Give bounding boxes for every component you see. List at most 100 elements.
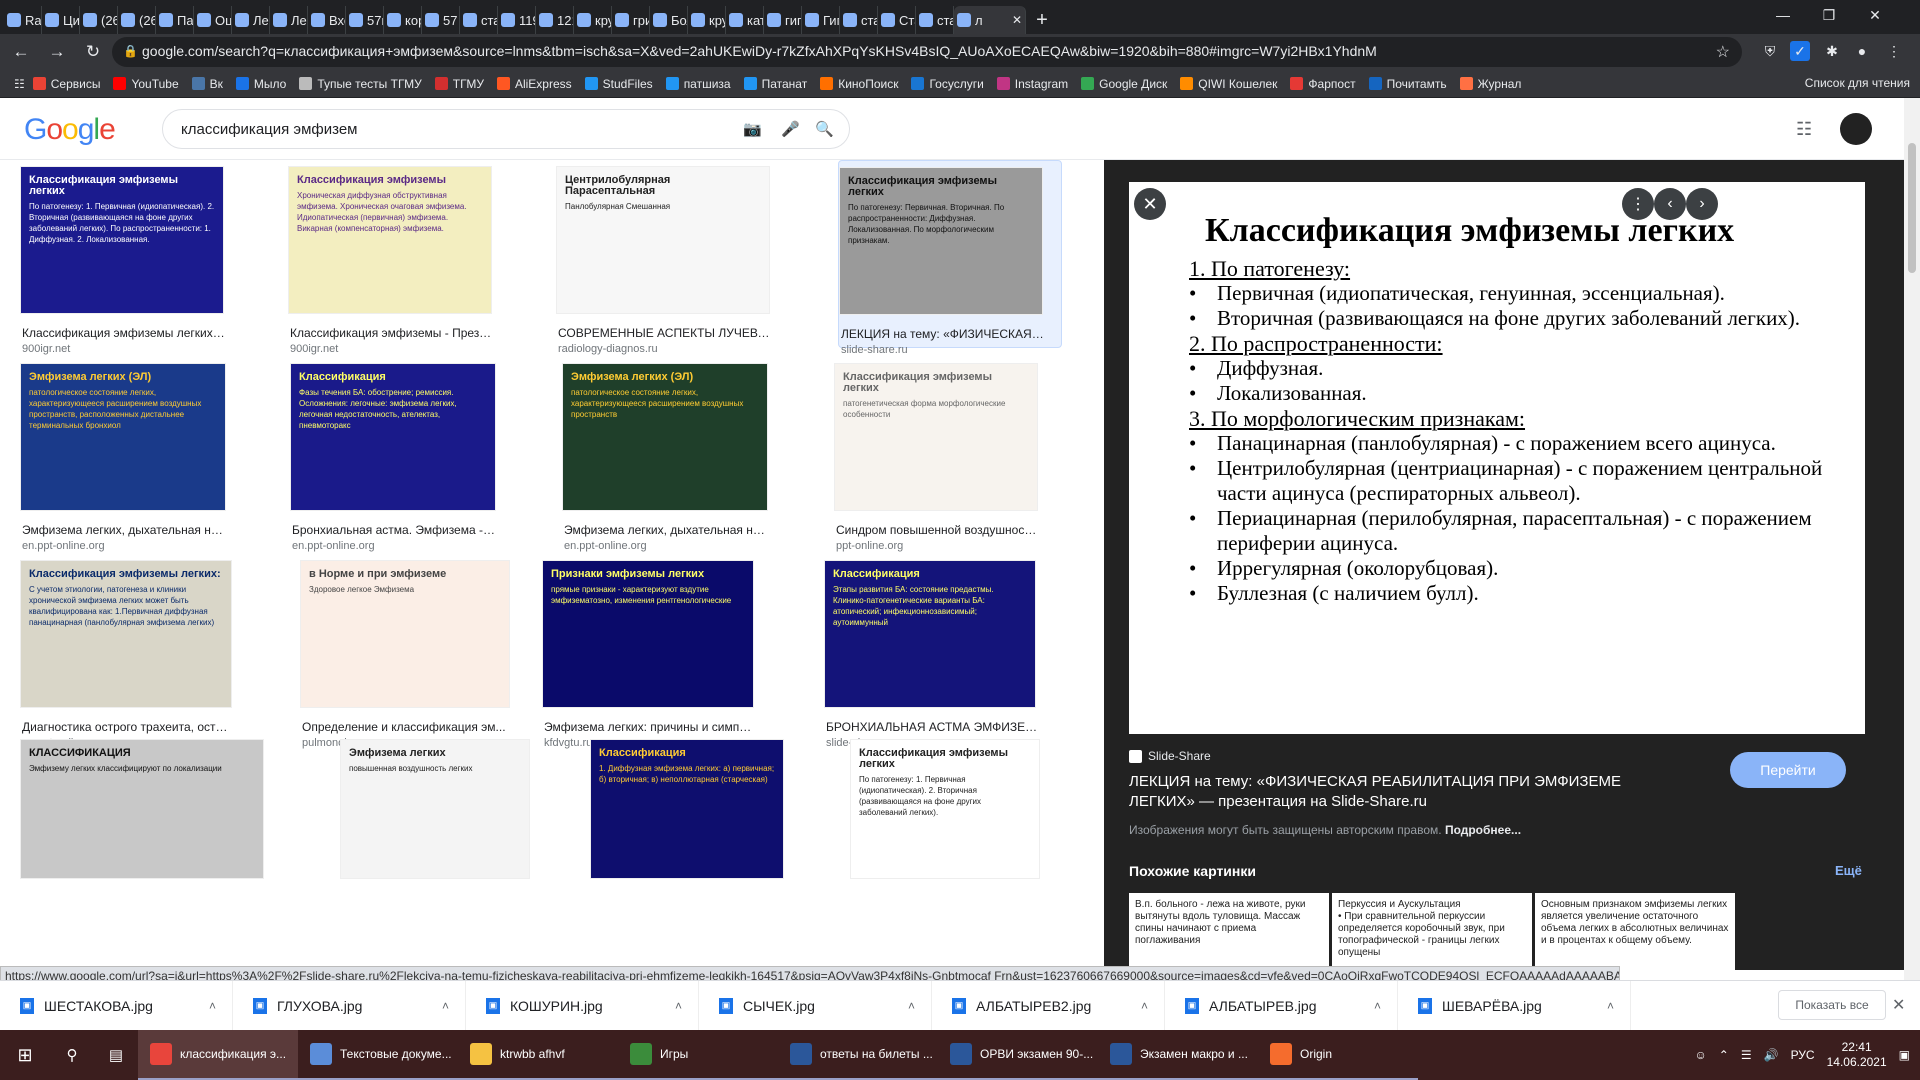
reload-icon[interactable]: ↻ — [78, 37, 108, 67]
image-result[interactable]: Классификация эмфиземы легких По патогене… — [850, 733, 1060, 913]
browser-tab[interactable]: ката — [726, 6, 764, 34]
browser-tab[interactable]: Вход — [308, 6, 346, 34]
bookmark-item[interactable]: Вк — [191, 77, 223, 91]
result-thumbnail[interactable]: Классификация эмфиземы легких: С учетом э… — [20, 560, 232, 708]
source-label[interactable]: Slide-Share — [1129, 749, 1211, 763]
apps-grid-icon[interactable]: ☷ — [14, 77, 25, 91]
browser-tab[interactable]: корт — [384, 6, 422, 34]
scrollbar-thumb[interactable] — [1908, 143, 1916, 273]
bookmark-item[interactable]: Госуслуги — [911, 77, 984, 91]
similar-image[interactable]: В.п. больного - лежа на животе, руки выт… — [1129, 893, 1329, 973]
browser-tab[interactable]: гипс — [764, 6, 802, 34]
image-result[interactable]: Признаки эмфиземы легких прямые признаки … — [542, 554, 774, 749]
browser-tab[interactable]: 57кс — [346, 6, 384, 34]
restore-icon[interactable]: ❐ — [1806, 0, 1852, 30]
chevron-up-icon[interactable]: ˄ — [675, 999, 682, 1013]
browser-tab[interactable]: стаф — [916, 6, 954, 34]
bookmark-item[interactable]: Instagram — [996, 77, 1068, 91]
browser-tab[interactable]: (26) — [118, 6, 156, 34]
browser-tab[interactable]: л ✕ — [954, 6, 1026, 34]
result-thumbnail[interactable]: Классификация эмфиземы легких По патогене… — [839, 167, 1043, 315]
result-caption[interactable]: Эмфизема легких, дыхательная недост... — [564, 523, 770, 537]
browser-tab[interactable]: Циф — [42, 6, 80, 34]
downloads-close-icon[interactable]: ✕ — [1892, 995, 1905, 1015]
shield-extension-icon[interactable]: ⛨ — [1760, 41, 1780, 61]
browser-tab[interactable]: грип — [612, 6, 650, 34]
forward-icon[interactable]: → — [42, 37, 72, 67]
bookmark-item[interactable]: Мыло — [235, 77, 286, 91]
network-icon[interactable]: ☰ — [1741, 1048, 1752, 1062]
image-result[interactable]: Классификация эмфиземы легких По патогене… — [20, 160, 244, 355]
download-item[interactable]: ▣ АЛБАТЫРЕВ2.jpg ˄ — [932, 980, 1165, 1031]
result-thumbnail[interactable]: Эмфизема легких (ЭЛ) патологическое состо… — [20, 363, 226, 511]
chevron-up-icon[interactable]: ˄ — [1374, 999, 1381, 1013]
page-scrollbar[interactable] — [1904, 98, 1920, 980]
chevron-up-icon[interactable]: ˄ — [908, 999, 915, 1013]
copyright-more-link[interactable]: Подробнее... — [1445, 823, 1521, 837]
browser-tab[interactable]: Лечі — [270, 6, 308, 34]
minimize-icon[interactable]: — — [1760, 0, 1806, 30]
bookmark-item[interactable]: Google Диск — [1081, 77, 1167, 91]
image-result[interactable]: в Норме и при эмфиземе Здоровое легкое Эм… — [300, 554, 530, 749]
browser-tab[interactable]: Лечі — [232, 6, 270, 34]
clock[interactable]: 22:41 14.06.2021 — [1827, 1040, 1887, 1070]
browser-tab[interactable]: Бол — [650, 6, 688, 34]
result-thumbnail[interactable]: Классификация эмфиземы легких По патогене… — [850, 739, 1040, 879]
search-input[interactable]: классификация эмфизем 📷 🎤 🔍 — [162, 109, 850, 149]
download-item[interactable]: ▣ ГЛУХОВА.jpg ˄ — [233, 980, 466, 1031]
bookmark-item[interactable]: патшиза — [665, 77, 731, 91]
taskbar-app[interactable]: Текстовые докуме... — [298, 1030, 458, 1080]
menu-dots-icon[interactable]: ⋮ — [1884, 41, 1904, 61]
checkmark-extension-icon[interactable]: ✓ — [1790, 41, 1810, 61]
close-icon[interactable]: ✕ — [1134, 188, 1166, 220]
result-thumbnail[interactable]: Классификация эмфиземы легких патогенетич… — [834, 363, 1038, 511]
browser-tab[interactable]: Оце — [194, 6, 232, 34]
bookmark-item[interactable]: Журнал — [1459, 77, 1521, 91]
tray-chevron-icon[interactable]: ⌃ — [1719, 1048, 1729, 1062]
image-result[interactable]: Эмфизема легких (ЭЛ) патологическое состо… — [562, 357, 788, 552]
result-caption[interactable]: ЛЕКЦИЯ на тему: «ФИЗИЧЕСКАЯ РЕАБ... — [841, 327, 1045, 341]
microphone-icon[interactable]: 🎤 — [781, 120, 800, 138]
taskbar-app[interactable]: ktrwbb afhvf — [458, 1030, 618, 1080]
result-caption[interactable]: СОВРЕМЕННЫЕ АСПЕКТЫ ЛУЧЕВОЙ ДИА... — [558, 326, 772, 340]
similar-image[interactable]: Перкуссия и Аускультация • При сравнител… — [1332, 893, 1532, 973]
taskbar-app[interactable]: Игры — [618, 1030, 778, 1080]
result-caption[interactable]: Диагностика острого трахеита, острых и .… — [22, 720, 234, 734]
new-tab-icon[interactable]: + — [1026, 6, 1058, 34]
image-result[interactable]: Классификация эмфиземы Хроническая диффуз… — [288, 160, 512, 355]
next-icon[interactable]: › — [1686, 188, 1718, 220]
volume-icon[interactable]: 🔊 — [1764, 1048, 1779, 1062]
similar-image[interactable]: Основным признаком эмфиземы легких являе… — [1535, 893, 1735, 973]
result-thumbnail[interactable]: Классификация эмфиземы легких По патогене… — [20, 166, 224, 314]
browser-tab[interactable]: (26) — [80, 6, 118, 34]
browser-tab[interactable]: стаф — [460, 6, 498, 34]
taskbar-search-icon[interactable]: ⚲ — [50, 1030, 94, 1080]
image-result[interactable]: Классификация 1. Диффузная эмфизема легки… — [590, 733, 804, 913]
language-indicator[interactable]: РУС — [1791, 1048, 1815, 1062]
similar-more-link[interactable]: Ещё — [1835, 863, 1862, 878]
address-bar[interactable]: 🔒 google.com/search?q=классификация+эмфи… — [112, 37, 1742, 67]
taskbar-app[interactable]: классификация э... — [138, 1030, 298, 1080]
image-result[interactable]: Центрилобулярная Парасептальная Панлобуля… — [556, 160, 790, 355]
show-all-downloads-button[interactable]: Показать все — [1778, 990, 1886, 1020]
window-close-icon[interactable]: ✕ — [1852, 0, 1898, 30]
preview-title[interactable]: ЛЕКЦИЯ на тему: «ФИЗИЧЕСКАЯ РЕАБИЛИТАЦИЯ… — [1129, 772, 1689, 812]
result-thumbnail[interactable]: Классификация эмфиземы Хроническая диффуз… — [288, 166, 492, 314]
notifications-icon[interactable]: ▣ — [1899, 1048, 1910, 1062]
taskbar-app[interactable]: ответы на билеты ... — [778, 1030, 938, 1080]
browser-tab[interactable]: Ram — [4, 6, 42, 34]
browser-tab[interactable]: Стад — [878, 6, 916, 34]
download-item[interactable]: ▣ СЫЧЕК.jpg ˄ — [699, 980, 932, 1031]
puzzle-icon[interactable]: ✱ — [1822, 41, 1842, 61]
bookmark-item[interactable]: Фарпост — [1290, 77, 1356, 91]
bookmark-item[interactable]: YouTube — [113, 77, 179, 91]
tab-close-icon[interactable]: ✕ — [1012, 13, 1022, 27]
previous-icon[interactable]: ‹ — [1654, 188, 1686, 220]
result-thumbnail[interactable]: Классификация Этапы развития БА: состояни… — [824, 560, 1036, 708]
windows-start-icon[interactable]: ⊞ — [0, 1030, 50, 1080]
browser-tab[interactable]: 57 К — [422, 6, 460, 34]
result-caption[interactable]: Бронхиальная астма. Эмфизема - online... — [292, 523, 498, 537]
taskbar-app[interactable]: Origin — [1258, 1030, 1418, 1080]
result-thumbnail[interactable]: КЛАССИФИКАЦИЯ Эмфизему легких классифицир… — [20, 739, 264, 879]
result-thumbnail[interactable]: Классификация Фазы течения БА: обострение… — [290, 363, 496, 511]
